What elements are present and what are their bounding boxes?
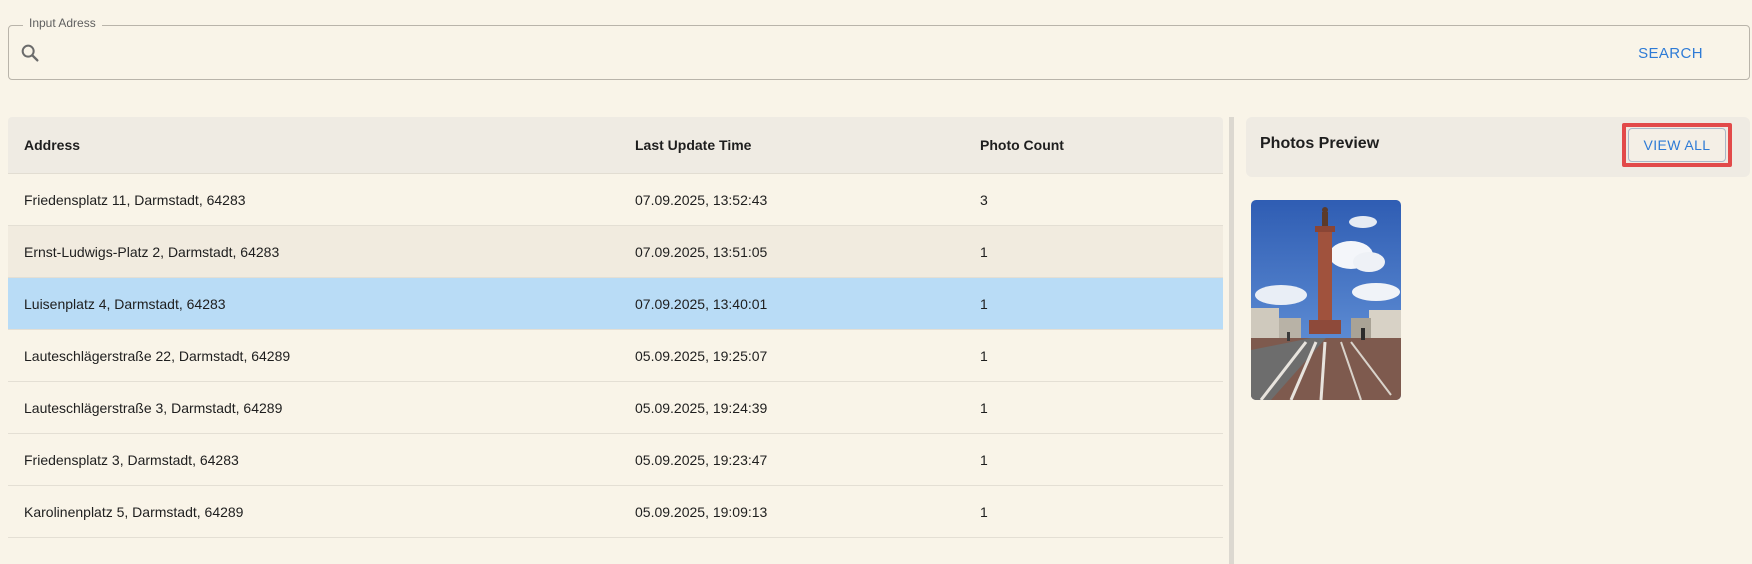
search-field-label: Input Adress — [23, 16, 102, 30]
search-button[interactable]: SEARCH — [1628, 40, 1713, 66]
table-row[interactable]: Ernst-Ludwigs-Platz 2, Darmstadt, 64283 … — [8, 226, 1223, 278]
cell-photo-count: 1 — [980, 503, 988, 520]
photos-preview-header: Photos Preview VIEW ALL — [1246, 117, 1750, 177]
photos-preview-title: Photos Preview — [1260, 135, 1380, 152]
table-row[interactable]: Friedensplatz 3, Darmstadt, 64283 05.09.… — [8, 434, 1223, 486]
cell-address: Lauteschlägerstraße 3, Darmstadt, 64289 — [24, 399, 283, 416]
table-row[interactable]: Karolinenplatz 5, Darmstadt, 64289 05.09… — [8, 486, 1223, 538]
header-address[interactable]: Address — [8, 137, 635, 153]
cell-photo-count: 1 — [980, 399, 988, 416]
table-row[interactable]: Lauteschlägerstraße 22, Darmstadt, 64289… — [8, 330, 1223, 382]
cell-photo-count: 1 — [980, 295, 988, 312]
cell-photo-count: 1 — [980, 243, 988, 260]
cell-address: Lauteschlägerstraße 22, Darmstadt, 64289 — [24, 347, 291, 364]
cell-address: Karolinenplatz 5, Darmstadt, 64289 — [24, 503, 244, 520]
cell-address: Ernst-Ludwigs-Platz 2, Darmstadt, 64283 — [24, 243, 280, 260]
photo-thumbnail-image — [1251, 200, 1401, 400]
cell-last-update-time: 07.09.2025, 13:40:01 — [635, 295, 768, 312]
cell-last-update-time: 05.09.2025, 19:24:39 — [635, 399, 768, 416]
header-last-update-time[interactable]: Last Update Time — [635, 137, 980, 153]
cell-address: Friedensplatz 3, Darmstadt, 64283 — [24, 451, 239, 468]
table-row[interactable]: Lauteschlägerstraße 3, Darmstadt, 64289 … — [8, 382, 1223, 434]
cell-last-update-time: 07.09.2025, 13:52:43 — [635, 191, 768, 208]
cell-last-update-time: 05.09.2025, 19:23:47 — [635, 451, 768, 468]
panel-resize-handle[interactable] — [1229, 117, 1234, 564]
address-search-field: Input Adress SEARCH — [8, 16, 1750, 80]
view-all-button[interactable]: VIEW ALL — [1628, 128, 1726, 162]
cell-last-update-time: 05.09.2025, 19:09:13 — [635, 503, 768, 520]
photo-thumbnail[interactable] — [1251, 200, 1401, 400]
cell-last-update-time: 05.09.2025, 19:25:07 — [635, 347, 768, 364]
address-table: Address Last Update Time Photo Count Fri… — [8, 117, 1223, 564]
cell-photo-count: 1 — [980, 451, 988, 468]
cell-photo-count: 1 — [980, 347, 988, 364]
search-input[interactable] — [55, 38, 1559, 68]
cell-address: Luisenplatz 4, Darmstadt, 64283 — [24, 295, 226, 312]
cell-photo-count: 3 — [980, 191, 988, 208]
cell-last-update-time: 07.09.2025, 13:51:05 — [635, 243, 768, 260]
header-photo-count[interactable]: Photo Count — [980, 137, 1223, 153]
table-row[interactable]: Friedensplatz 11, Darmstadt, 64283 07.09… — [8, 174, 1223, 226]
table-header: Address Last Update Time Photo Count — [8, 117, 1223, 174]
cell-address: Friedensplatz 11, Darmstadt, 64283 — [24, 191, 246, 208]
table-row-selected[interactable]: Luisenplatz 4, Darmstadt, 64283 07.09.20… — [8, 278, 1223, 330]
search-icon — [21, 44, 39, 62]
